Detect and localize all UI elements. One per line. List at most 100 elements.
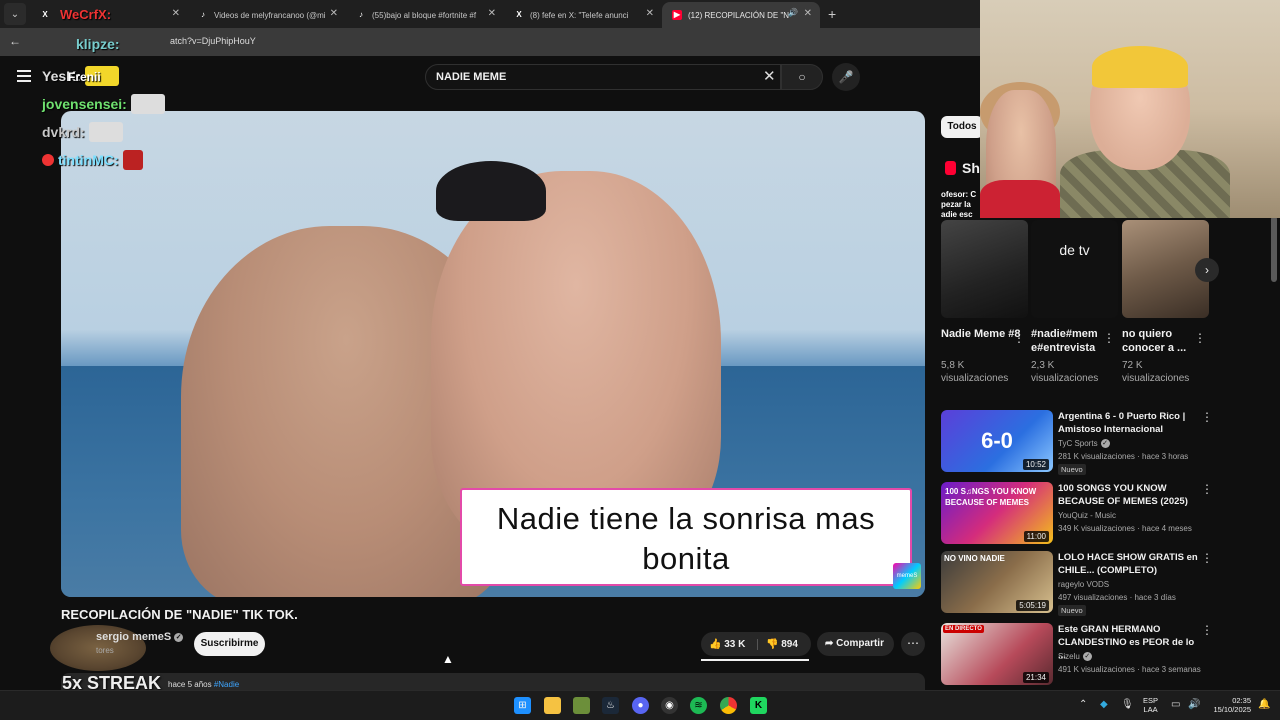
kebab-menu-icon[interactable]: ⋮ bbox=[1201, 623, 1213, 637]
microphone-icon[interactable]: 🎙 bbox=[1121, 699, 1134, 710]
speaker-icon[interactable]: 🔊 bbox=[788, 8, 798, 17]
minecraft-icon[interactable] bbox=[573, 697, 590, 714]
shield-icon[interactable]: ◆ bbox=[1100, 699, 1108, 710]
language-indicator[interactable]: ESP LAA bbox=[1143, 696, 1158, 714]
like-button[interactable]: 👍 33 K bbox=[701, 638, 758, 650]
browser-tab-3[interactable]: ♪ (55)bajo al bloque #fortnite #f ✕ bbox=[346, 2, 504, 28]
video-meta: 349 K visualizaciones · hace 4 meses bbox=[1058, 524, 1192, 533]
tab-label: (55)bajo al bloque #fortnite #f bbox=[372, 10, 477, 20]
webcam-overlay bbox=[980, 0, 1280, 218]
file-explorer-icon[interactable] bbox=[544, 697, 561, 714]
youtube-icon: ▶ bbox=[672, 10, 682, 20]
recommended-item-4[interactable]: EN DIRECTO 21:34 Este GRAN HERMANO CLAND… bbox=[941, 623, 1213, 687]
short-thumbnail-2[interactable]: de tv bbox=[1031, 220, 1118, 318]
search-input[interactable]: NADIE MEME bbox=[425, 64, 781, 90]
short-views-3: 72 K visualizaciones bbox=[1122, 360, 1190, 384]
description-box[interactable]: hace 5 años #Nadie bbox=[61, 673, 925, 690]
chat-message: YesK: bbox=[42, 62, 165, 90]
cam-cap bbox=[1092, 46, 1188, 88]
duration-badge: 21:34 bbox=[1022, 672, 1049, 683]
short-views-1: 5,8 K visualizaciones bbox=[941, 360, 1009, 384]
chrome-icon[interactable] bbox=[720, 697, 737, 714]
white-dog-emote-icon bbox=[130, 94, 165, 114]
chevron-up-icon[interactable]: ⌃ bbox=[1079, 699, 1087, 710]
close-icon[interactable]: ✕ bbox=[646, 8, 654, 19]
subscriber-count: tores bbox=[96, 646, 114, 655]
clear-search-icon[interactable]: ✕ bbox=[763, 67, 776, 85]
like-count: 33 K bbox=[724, 638, 746, 650]
url-text[interactable]: atch?v=DjuPhipHouY bbox=[170, 36, 256, 46]
chat-user: dvkrd: bbox=[42, 124, 85, 140]
white-dog-emote-icon bbox=[88, 122, 123, 142]
kebab-menu-icon[interactable]: ⋮ bbox=[1201, 482, 1213, 496]
chat-user: tintinMC: bbox=[58, 152, 119, 168]
hashtag-link[interactable]: #Nadie bbox=[214, 680, 239, 689]
short-thumbnail-1[interactable] bbox=[941, 220, 1028, 318]
chat-message: tintinMC: bbox=[42, 146, 165, 174]
video-meta: 281 K visualizaciones · hace 3 horas bbox=[1058, 452, 1189, 461]
tab-search-button[interactable]: ⌄ bbox=[4, 3, 26, 25]
browser-tab-2[interactable]: ♪ Videos de melyfrancanoo (@mi ✕ bbox=[188, 2, 346, 28]
obs-icon[interactable]: ◉ bbox=[661, 697, 678, 714]
kebab-menu-icon[interactable]: ⋮ bbox=[1201, 410, 1213, 424]
page-scrollbar[interactable] bbox=[1271, 216, 1277, 282]
kebab-menu-icon[interactable]: ⋮ bbox=[1103, 331, 1115, 345]
discord-icon[interactable]: ● bbox=[632, 697, 649, 714]
tab-label: (12) RECOPILACIÓN DE "N bbox=[688, 10, 790, 20]
chevron-right-icon[interactable]: › bbox=[1195, 258, 1219, 282]
dislike-count: 894 bbox=[781, 638, 798, 650]
notification-bell-icon[interactable]: 🔔 bbox=[1258, 699, 1270, 710]
recommended-item-2[interactable]: 100 S♫NGS YOU KNOW BECAUSE OF MEMES 11:0… bbox=[941, 482, 1213, 546]
recommended-item-1[interactable]: 6-0 10:52 Argentina 6 - 0 Puerto Rico | … bbox=[941, 410, 1213, 475]
back-arrow-icon[interactable]: ← bbox=[9, 34, 21, 48]
new-badge: Nuevo bbox=[1058, 605, 1086, 616]
windows-taskbar: ⊞ ♨ ● ◉ ≋ K ⌃ ◆ 🎙 ESP LAA ▭ 🔊 02:35 15/1… bbox=[0, 690, 1280, 720]
short-thumb-text: de tv bbox=[1059, 242, 1090, 258]
kebab-menu-icon[interactable]: ⋮ bbox=[1201, 551, 1213, 565]
monitor-icon[interactable]: ▭ bbox=[1171, 699, 1180, 710]
video-hair bbox=[436, 161, 546, 221]
video-player[interactable]: Nadie tiene la sonrisa mas bonita memeS bbox=[61, 111, 925, 597]
microphone-icon[interactable]: 🎤 bbox=[832, 63, 860, 91]
chip-all[interactable]: Todos bbox=[941, 116, 983, 138]
close-icon[interactable]: ✕ bbox=[330, 8, 338, 19]
channel-name[interactable]: sergio memeS ✓ bbox=[96, 631, 184, 643]
chat-message: jovensensei: bbox=[42, 90, 165, 118]
clock-time: 02:35 bbox=[1232, 696, 1251, 705]
recommended-item-3[interactable]: NO VINO NADIE 5:05:19 LOLO HACE SHOW GRA… bbox=[941, 551, 1213, 616]
more-options-button[interactable]: ⋯ bbox=[901, 632, 925, 656]
kebab-menu-icon[interactable]: ⋮ bbox=[1013, 331, 1025, 345]
close-icon[interactable]: ✕ bbox=[804, 8, 812, 19]
live-badge: EN DIRECTO bbox=[943, 625, 984, 633]
upload-date: hace 5 años bbox=[168, 680, 212, 689]
short-title-3[interactable]: no quiero conocer a ... bbox=[1122, 327, 1202, 355]
spotify-icon[interactable]: ≋ bbox=[690, 697, 707, 714]
menu-icon[interactable] bbox=[17, 70, 31, 85]
short-title-1[interactable]: Nadie Meme #8 bbox=[941, 327, 1021, 341]
short-title-2[interactable]: #nadie#mem e#entrevista bbox=[1031, 327, 1111, 355]
address-bar: ← atch?v=DjuPhipHouY bbox=[0, 28, 980, 56]
close-icon[interactable]: ✕ bbox=[488, 8, 496, 19]
new-badge: Nuevo bbox=[1058, 464, 1086, 475]
volume-icon[interactable]: 🔊 bbox=[1188, 699, 1200, 710]
share-icon: ➦ bbox=[825, 638, 834, 649]
steam-icon[interactable]: ♨ bbox=[602, 697, 619, 714]
duration-badge: 5:05:19 bbox=[1016, 600, 1049, 611]
search-icon[interactable]: ○ bbox=[781, 64, 823, 90]
windows-start-icon[interactable]: ⊞ bbox=[514, 697, 531, 714]
video-meta: 491 K visualizaciones · hace 3 semanas bbox=[1058, 665, 1201, 674]
browser-tab-4[interactable]: X (8) fefe en X: "Telefe anunci ✕ bbox=[504, 2, 662, 28]
close-icon[interactable]: ✕ bbox=[172, 8, 180, 19]
browser-tab-5[interactable]: ▶ (12) RECOPILACIÓN DE "N 🔊 ✕ bbox=[662, 2, 820, 28]
verified-icon: ✓ bbox=[1082, 652, 1092, 662]
kebab-menu-icon[interactable]: ⋮ bbox=[1194, 331, 1206, 345]
new-tab-button[interactable]: + bbox=[820, 6, 844, 22]
thumbs-up-icon: 👍 bbox=[709, 638, 722, 650]
subscribe-button[interactable]: Suscribirme bbox=[194, 632, 265, 656]
verified-icon: ✓ bbox=[1100, 439, 1110, 449]
dislike-button[interactable]: 👎 894 bbox=[758, 639, 798, 650]
kick-icon[interactable]: K bbox=[750, 697, 767, 714]
duration-badge: 10:52 bbox=[1022, 459, 1049, 470]
clock[interactable]: 02:35 15/10/2025 bbox=[1207, 696, 1251, 714]
share-button[interactable]: ➦ Compartir bbox=[817, 632, 894, 656]
